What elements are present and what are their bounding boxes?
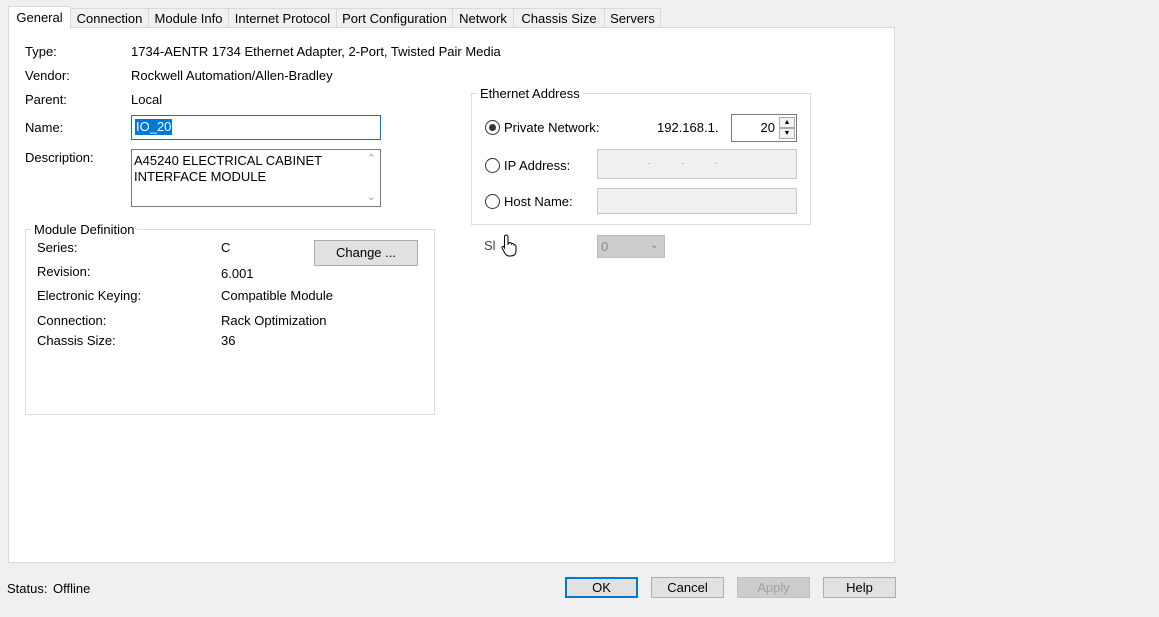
name-label: Name:	[25, 120, 64, 135]
status-label: Status:	[7, 581, 48, 596]
chassis-size-value: 36	[221, 333, 236, 348]
change-button[interactable]: Change ...	[314, 240, 418, 266]
host-name-radio[interactable]	[485, 194, 500, 209]
host-name-field[interactable]	[597, 188, 797, 214]
chevron-down-icon: ⌄	[649, 239, 659, 251]
name-field-value: IO_20	[135, 119, 173, 135]
host-name-label[interactable]: Host Name:	[504, 194, 573, 209]
tab-module-info[interactable]: Module Info	[148, 8, 229, 28]
description-line-1: A45240 ELECTRICAL CABINET	[134, 153, 323, 168]
description-field[interactable]: A45240 ELECTRICAL CABINET INTERFACE MODU…	[131, 149, 381, 207]
connection-value: Rack Optimization	[221, 313, 327, 328]
keying-value: Compatible Module	[221, 288, 334, 303]
cancel-button[interactable]: Cancel	[651, 577, 724, 598]
series-value: C	[221, 240, 231, 255]
vendor-value: Rockwell Automation/Allen-Bradley	[131, 68, 333, 83]
tab-internet-protocol[interactable]: Internet Protocol	[228, 8, 337, 28]
ethernet-address-title: Ethernet Address	[477, 86, 583, 101]
connection-label: Connection:	[37, 313, 107, 328]
type-value: 1734-AENTR 1734 Ethernet Adapter, 2-Port…	[131, 44, 501, 59]
keying-label: Electronic Keying:	[37, 288, 142, 303]
ip-address-label[interactable]: IP Address:	[504, 158, 570, 173]
slot-label: Sl	[484, 238, 496, 253]
name-field[interactable]: IO_20	[131, 115, 381, 140]
scroll-down-icon[interactable]: ⌄	[367, 190, 376, 203]
apply-button[interactable]: Apply	[737, 577, 810, 598]
ip-address-radio[interactable]	[485, 158, 500, 173]
parent-label: Parent:	[25, 92, 67, 107]
slot-value: 0	[601, 239, 609, 254]
series-label: Series:	[37, 240, 78, 255]
private-network-octet-stepper[interactable]: 20 ▲ ▼	[731, 114, 797, 142]
spin-down-icon[interactable]: ▼	[779, 128, 795, 139]
module-definition-title: Module Definition	[31, 222, 138, 237]
vendor-label: Vendor:	[25, 68, 70, 83]
chassis-size-label: Chassis Size:	[37, 333, 116, 348]
hand-cursor-icon	[500, 234, 518, 258]
tab-general[interactable]: General	[8, 6, 71, 29]
type-label: Type:	[25, 44, 57, 59]
revision-value: 6.001	[221, 266, 254, 281]
tab-connection[interactable]: Connection	[70, 8, 149, 28]
tab-servers[interactable]: Servers	[604, 8, 661, 28]
spin-up-icon[interactable]: ▲	[779, 117, 795, 128]
ip-address-field[interactable]: . . .	[597, 149, 797, 179]
tab-network[interactable]: Network	[452, 8, 514, 28]
ok-button[interactable]: OK	[565, 577, 638, 598]
status-value: Offline	[53, 581, 91, 596]
revision-label: Revision:	[37, 264, 91, 279]
help-button[interactable]: Help	[823, 577, 896, 598]
tab-port-configuration[interactable]: Port Configuration	[336, 8, 453, 28]
private-network-prefix: 192.168.1.	[657, 120, 719, 135]
ip-address-dots: . . .	[648, 156, 718, 167]
tab-chassis-size[interactable]: Chassis Size	[513, 8, 605, 28]
description-line-2: INTERFACE MODULE	[134, 169, 267, 184]
parent-value: Local	[131, 92, 163, 107]
private-network-label[interactable]: Private Network:	[504, 120, 599, 135]
private-network-radio[interactable]	[485, 120, 500, 135]
slot-select[interactable]: 0 ⌄	[597, 235, 665, 258]
private-network-octet-value: 20	[760, 120, 775, 135]
description-label: Description:	[25, 150, 94, 165]
scroll-up-icon[interactable]: ⌃	[367, 152, 376, 165]
